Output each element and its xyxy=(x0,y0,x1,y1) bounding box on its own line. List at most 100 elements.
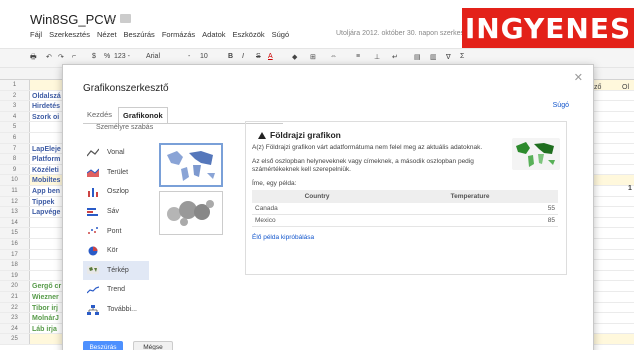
chart-type-more-charts[interactable]: További... xyxy=(83,300,149,320)
format-warning: A(z) Földrajzi grafikon várt adatformátu… xyxy=(252,144,483,151)
chart-type-list: Vonal Terület Oszlop Sáv Pont Kör Térkép Trend T… xyxy=(83,143,149,319)
dialog-tabs: Kezdés Grafikonok xyxy=(83,107,168,124)
menubar: Fájl Szerkesztés Nézet Beszúrás Formázás Adat… xyxy=(30,30,289,39)
example-label: Íme, egy példa: xyxy=(252,180,297,187)
redo-icon[interactable]: ↷ xyxy=(58,53,64,61)
world-map-icon xyxy=(167,151,215,181)
chart-type-bar[interactable]: Sáv xyxy=(83,202,149,222)
borders-icon[interactable]: ⊞ xyxy=(310,53,316,61)
valign-icon[interactable]: ⊥ xyxy=(374,53,380,61)
wrap-icon[interactable]: ↵ xyxy=(392,53,398,61)
chart-type-scatter[interactable]: Pont xyxy=(83,221,149,241)
chart-type-column[interactable]: Oszlop xyxy=(83,182,149,202)
help-link[interactable]: Súgó xyxy=(553,102,569,109)
document-title[interactable]: Win8SG_PCW xyxy=(30,12,116,27)
chart-type-label: Vonal xyxy=(107,149,125,157)
example-cell: Canada xyxy=(252,203,383,215)
functions-button[interactable]: Σ xyxy=(460,53,464,60)
app-header: Win8SG_PCW ☆ Fájl Szerkesztés Nézet Beszúrá… xyxy=(0,0,634,48)
chart-type-pie[interactable]: Kör xyxy=(83,241,149,261)
tab-charts[interactable]: Grafikonok xyxy=(118,107,168,124)
pie-chart-icon xyxy=(87,246,99,256)
chart-detail-panel: Földrajzi grafikon A(z) Földrajzi grafik… xyxy=(245,121,567,275)
menu-item[interactable]: Adatok xyxy=(202,30,225,39)
currency-button[interactable]: $ xyxy=(92,53,96,60)
fill-color-icon[interactable]: ◆ xyxy=(292,53,297,61)
percent-button[interactable]: % xyxy=(104,53,110,60)
example-header-country: Country xyxy=(252,190,383,203)
example-header-temperature: Temperature xyxy=(382,190,558,203)
insert-button[interactable]: Beszúrás xyxy=(83,341,123,350)
tab-start[interactable]: Kezdés xyxy=(83,107,116,124)
dialog-title: Grafikonszerkesztő xyxy=(83,83,169,94)
example-cell: Mexico xyxy=(252,214,383,227)
example-cell: 85 xyxy=(382,214,558,227)
chart-type-label: Trend xyxy=(107,286,126,294)
filter-icon[interactable]: ∇ xyxy=(446,53,451,61)
insert-comment-icon[interactable]: ▤ xyxy=(414,53,421,61)
example-cell: 55 xyxy=(382,203,558,215)
menu-item[interactable]: Formázás xyxy=(162,30,195,39)
strike-button[interactable]: S xyxy=(256,53,261,60)
cancel-button[interactable]: Mégse xyxy=(133,341,173,350)
chart-type-label: Sáv xyxy=(107,208,120,216)
undo-icon[interactable]: ↶ xyxy=(46,53,52,61)
detail-title-text: Földrajzi grafikon xyxy=(270,130,341,140)
insert-chart-icon[interactable]: ▥ xyxy=(430,53,437,61)
warning-icon xyxy=(258,132,266,139)
text-color-button[interactable]: A xyxy=(268,53,273,60)
align-icon[interactable]: ≡ xyxy=(356,53,360,60)
chart-thumbnails xyxy=(159,143,223,239)
geo-marker-thumbnail[interactable] xyxy=(159,191,223,235)
chart-type-map[interactable]: Térkép xyxy=(83,260,149,281)
folder-icon[interactable] xyxy=(120,14,131,23)
menu-item[interactable]: Szerkesztés xyxy=(49,30,90,39)
menu-item[interactable]: Eszközök xyxy=(233,30,265,39)
font-select[interactable]: Arial xyxy=(146,53,160,60)
trend-chart-icon xyxy=(86,285,100,295)
star-icon[interactable]: ☆ xyxy=(106,13,116,26)
bubble-map-icon xyxy=(167,200,214,226)
chart-type-label: Kör xyxy=(107,247,118,255)
font-size-separator: - xyxy=(188,53,191,60)
number-format-button[interactable]: 123 - xyxy=(114,53,130,60)
tab-customize[interactable]: Személyre szabás xyxy=(96,124,153,131)
italic-button[interactable]: I xyxy=(242,53,244,60)
example-table: Country Temperature Canada 55 Mexico 85 xyxy=(252,190,558,227)
detail-title: Földrajzi grafikon xyxy=(258,130,341,140)
chart-type-label: Oszlop xyxy=(107,188,129,196)
more-charts-icon xyxy=(87,304,99,315)
font-size-select[interactable]: 10 xyxy=(200,53,208,60)
merge-icon[interactable]: ⇔ xyxy=(330,53,337,60)
chart-type-label: Térkép xyxy=(107,266,129,274)
paint-format-icon[interactable]: ⌐ xyxy=(72,53,76,60)
menu-item[interactable]: Beszúrás xyxy=(124,30,155,39)
close-icon[interactable]: ✕ xyxy=(574,71,583,84)
column-chart-icon xyxy=(87,187,99,197)
geo-region-thumbnail[interactable] xyxy=(159,143,223,187)
chart-type-area[interactable]: Terület xyxy=(83,163,149,183)
chart-type-trend[interactable]: Trend xyxy=(83,280,149,300)
scatter-chart-icon xyxy=(87,226,99,236)
format-hint: Az első oszlopban helyneveknek vagy címe… xyxy=(252,158,474,173)
chart-type-label: További... xyxy=(107,306,137,314)
print-icon[interactable]: 🖶 xyxy=(30,53,37,64)
table-row: Mexico 85 xyxy=(252,214,558,227)
menu-item[interactable]: Súgó xyxy=(272,30,290,39)
chart-type-label: Terület xyxy=(107,168,129,176)
line-chart-icon xyxy=(86,148,100,158)
chart-type-line[interactable]: Vonal xyxy=(83,143,149,163)
table-row: Canada 55 xyxy=(252,203,558,215)
area-chart-icon xyxy=(86,167,100,178)
promo-badge: INGYENES xyxy=(462,8,634,48)
geo-preview-icon xyxy=(516,142,555,167)
chart-type-label: Pont xyxy=(107,227,122,235)
geo-preview-image xyxy=(512,138,560,170)
chart-editor-dialog: Grafikonszerkesztő ✕ Súgó Kezdés Grafiko… xyxy=(62,64,594,350)
bar-chart-icon xyxy=(87,207,99,217)
menu-item[interactable]: Nézet xyxy=(97,30,117,39)
bold-button[interactable]: B xyxy=(228,53,233,60)
menu-item[interactable]: Fájl xyxy=(30,30,42,39)
map-chart-icon xyxy=(87,265,99,275)
live-example-link[interactable]: Élő példa kipróbálása xyxy=(252,234,314,241)
